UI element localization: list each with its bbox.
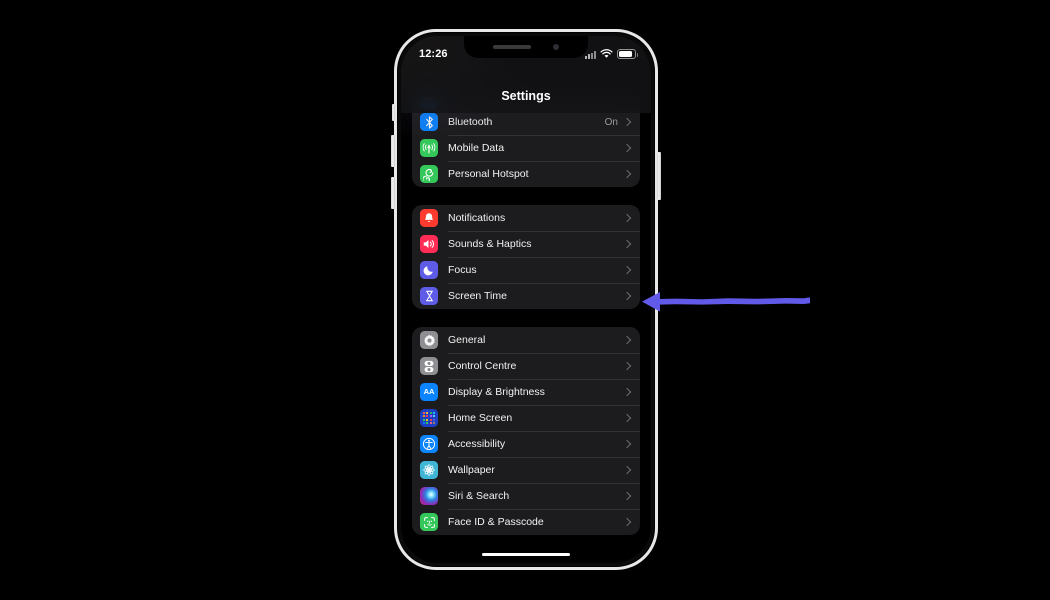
chevron-right-icon	[622, 491, 632, 501]
cellular-signal-icon	[585, 50, 596, 59]
chevron-right-icon	[622, 239, 632, 249]
settings-row-label: Sounds & Haptics	[448, 238, 532, 250]
bluetooth-icon	[420, 113, 438, 131]
sliders-icon	[420, 357, 438, 375]
chevron-right-icon	[622, 143, 632, 153]
wifi-icon	[600, 49, 613, 58]
chevron-right-icon	[622, 413, 632, 423]
bell-icon	[420, 209, 438, 227]
chevron-right-icon	[622, 517, 632, 527]
front-camera-icon	[553, 44, 559, 50]
moon-icon	[420, 261, 438, 279]
settings-row-label: General	[448, 334, 486, 346]
power-button[interactable]	[657, 152, 661, 200]
speaker-icon	[420, 235, 438, 253]
screenshot-canvas: 12:26 Settings Bluetooth On Mobile Data …	[0, 0, 1050, 600]
accessibility-icon	[420, 435, 438, 453]
settings-row[interactable]: Accessibility	[412, 431, 640, 457]
chevron-right-icon	[622, 439, 632, 449]
settings-row[interactable]: Control Centre	[412, 353, 640, 379]
settings-row-value: On	[604, 116, 618, 128]
settings-row[interactable]: Home Screen	[412, 405, 640, 431]
settings-row[interactable]: General	[412, 327, 640, 353]
phone-bezel: 12:26 Settings Bluetooth On Mobile Data …	[401, 36, 651, 563]
chevron-right-icon	[622, 361, 632, 371]
chevron-right-icon	[622, 335, 632, 345]
chevron-right-icon	[622, 465, 632, 475]
arrow-shape	[642, 292, 810, 312]
settings-row-label: Bluetooth	[448, 116, 493, 128]
settings-row[interactable]: AA Display & Brightness	[412, 379, 640, 405]
volume-down-button[interactable]	[391, 177, 395, 209]
settings-row-label: Display & Brightness	[448, 386, 545, 398]
settings-row[interactable]: Screen Time	[412, 283, 640, 309]
settings-row[interactable]: Notifications	[412, 205, 640, 231]
status-bar-time: 12:26	[419, 48, 448, 60]
earpiece-speaker-icon	[493, 45, 531, 49]
settings-row-label: Control Centre	[448, 360, 517, 372]
battery-icon	[617, 49, 638, 59]
home-indicator[interactable]	[482, 552, 570, 556]
flower-icon	[420, 461, 438, 479]
phone-screen: 12:26 Settings Bluetooth On Mobile Data …	[401, 36, 651, 563]
chevron-right-icon	[622, 169, 632, 179]
settings-row-label: Notifications	[448, 212, 506, 224]
settings-row[interactable]: Sounds & Haptics	[412, 231, 640, 257]
annotation-arrow-to-screen-time	[636, 288, 814, 316]
phone-device-frame: 12:26 Settings Bluetooth On Mobile Data …	[391, 29, 661, 570]
siri-orb-icon	[420, 487, 438, 505]
settings-row-label: Face ID & Passcode	[448, 516, 544, 528]
notifications-group: Notifications Sounds & Haptics Focus Screen…	[412, 205, 640, 309]
app-grid-icon	[420, 409, 438, 427]
hourglass-icon	[420, 287, 438, 305]
mobile-data-icon	[420, 139, 438, 157]
settings-row-label: Mobile Data	[448, 142, 505, 154]
chevron-right-icon	[622, 291, 632, 301]
silent-switch-button[interactable]	[392, 104, 395, 121]
settings-row-label: Home Screen	[448, 412, 513, 424]
settings-row-label: Personal Hotspot	[448, 168, 529, 180]
settings-row-label: Focus	[448, 264, 477, 276]
settings-row-label: Accessibility	[448, 438, 506, 450]
settings-row[interactable]: Wallpaper	[412, 457, 640, 483]
face-id-icon	[420, 513, 438, 531]
gear-icon	[420, 331, 438, 349]
chevron-right-icon	[622, 265, 632, 275]
chevron-right-icon	[622, 117, 632, 127]
settings-list-scroll[interactable]: Bluetooth On Mobile Data Personal Hotspot No…	[401, 36, 651, 563]
device-notch	[464, 36, 588, 58]
settings-row[interactable]: Mobile Data	[412, 135, 640, 161]
settings-row[interactable]: Siri & Search	[412, 483, 640, 509]
settings-row[interactable]: Face ID & Passcode	[412, 509, 640, 535]
status-bar-indicators	[585, 49, 638, 59]
volume-up-button[interactable]	[391, 135, 395, 167]
settings-row[interactable]: Personal Hotspot	[412, 161, 640, 187]
settings-row-label: Wallpaper	[448, 464, 495, 476]
chevron-right-icon	[622, 213, 632, 223]
text-size-icon: AA	[420, 383, 438, 401]
settings-row-label: Siri & Search	[448, 490, 510, 502]
page-title: Settings	[501, 89, 551, 103]
chevron-right-icon	[622, 387, 632, 397]
system-group: General Control Centre AA Display & Brightn…	[412, 327, 640, 535]
settings-row[interactable]: Focus	[412, 257, 640, 283]
settings-row-label: Screen Time	[448, 290, 507, 302]
personal-hotspot-icon	[420, 165, 438, 183]
